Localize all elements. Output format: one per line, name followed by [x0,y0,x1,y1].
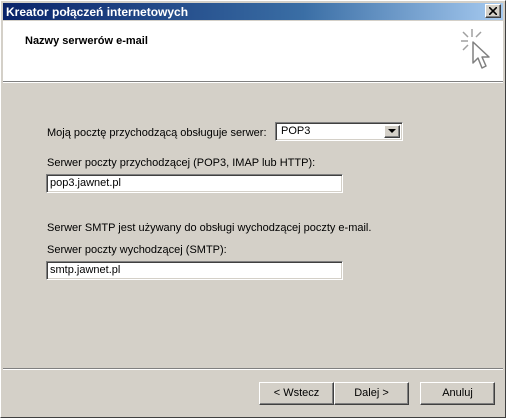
outgoing-server-field[interactable]: smtp.jawnet.pl [46,261,343,280]
incoming-server-label: Serwer poczty przychodzącej (POP3, IMAP … [47,157,316,169]
next-button[interactable]: Dalej > [334,382,409,405]
chevron-down-icon [388,129,396,133]
incoming-type-label: Moją pocztę przychodzącą obsługuje serwe… [47,127,267,139]
close-button[interactable] [485,4,501,18]
header-panel: Nazwy serwerów e-mail [3,21,503,81]
incoming-server-type-value: POP3 [281,125,311,137]
smtp-info-text: Serwer SMTP jest używany do obsługi wych… [47,222,372,234]
footer-separator [3,368,503,370]
cancel-button[interactable]: Anuluj [420,382,495,405]
close-icon [489,7,497,15]
header-separator [3,81,503,83]
wizard-window: Kreator połączeń internetowych Nazwy ser… [0,0,506,418]
outgoing-server-label: Serwer poczty wychodzącej (SMTP): [47,244,227,256]
page-title: Nazwy serwerów e-mail [25,35,148,47]
incoming-server-type-select[interactable]: POP3 [275,122,403,141]
wizard-cursor-icon [461,29,490,69]
dropdown-button[interactable] [384,125,400,138]
title-bar[interactable]: Kreator połączeń internetowych [3,3,503,20]
incoming-server-field[interactable]: pop3.jawnet.pl [46,174,343,193]
back-button[interactable]: < Wstecz [259,382,334,405]
window-title: Kreator połączeń internetowych [6,5,189,19]
